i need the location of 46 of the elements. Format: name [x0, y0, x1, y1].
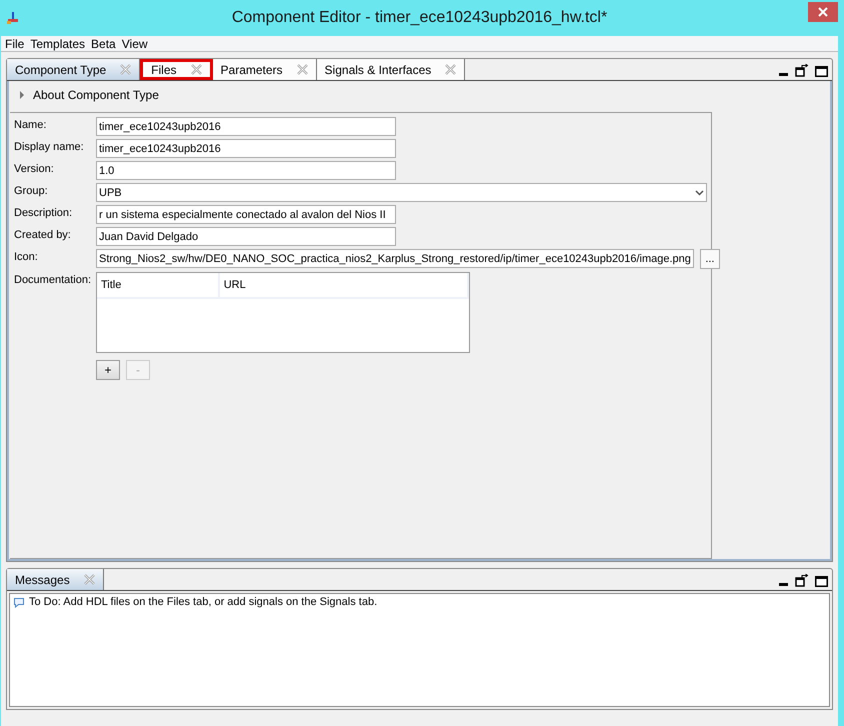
- input-field[interactable]: timer_ece10243upb2016: [96, 139, 396, 158]
- field-label: Group:: [14, 184, 49, 197]
- maximize-icon[interactable]: [815, 66, 828, 77]
- tab[interactable]: Parameters: [212, 59, 317, 80]
- message-text: To Do: Add HDL files on the Files tab, or add signals on the Signals tab.: [29, 596, 378, 608]
- field-label: Display name:: [14, 140, 85, 153]
- input-field[interactable]: r un sistema especialmente conectado al avalon del Nios II: [96, 205, 396, 224]
- app-icon: [7, 12, 19, 24]
- field-label: Created by:: [14, 228, 72, 241]
- close-icon[interactable]: [190, 64, 202, 75]
- maximize-icon[interactable]: [815, 576, 828, 587]
- close-icon: [818, 7, 828, 17]
- field-label: Icon:: [14, 250, 39, 263]
- add-button[interactable]: +: [96, 360, 120, 380]
- expand-arrow-icon[interactable]: [19, 91, 25, 99]
- section-title[interactable]: About Component Type: [33, 88, 159, 102]
- field-label: Name:: [14, 118, 48, 131]
- field-label: Description:: [14, 206, 74, 219]
- input-field[interactable]: 1.0: [96, 161, 396, 180]
- close-icon[interactable]: [296, 64, 308, 75]
- group-dropdown[interactable]: UPB: [96, 183, 707, 202]
- close-button[interactable]: [808, 2, 838, 22]
- speech-bubble-icon: [13, 596, 25, 608]
- detach-icon[interactable]: [795, 64, 809, 77]
- close-icon[interactable]: [84, 574, 95, 585]
- chevron-down-icon: [695, 190, 704, 196]
- detach-icon[interactable]: [795, 574, 809, 587]
- menu-item[interactable]: View: [122, 36, 148, 50]
- menu-item[interactable]: Templates: [30, 36, 86, 50]
- field-label: Documentation:: [14, 273, 92, 286]
- menu-item[interactable]: Beta: [91, 36, 116, 50]
- browse-button[interactable]: ...: [700, 249, 720, 269]
- input-field[interactable]: Strong_Nios2_sw/hw/DE0_NANO_SOC_practica_nios2_Karplus_Strong_restored/ip/timer_ece10243upb2016/image.png: [96, 249, 694, 268]
- close-icon[interactable]: [445, 64, 456, 75]
- tab[interactable]: Component Type: [7, 59, 140, 80]
- menu-item[interactable]: File: [5, 36, 24, 50]
- tab[interactable]: Files: [140, 59, 213, 80]
- column-header[interactable]: Title: [97, 273, 220, 297]
- tab[interactable]: Messages: [7, 569, 104, 590]
- column-header[interactable]: URL: [220, 273, 469, 297]
- tab[interactable]: Signals & Interfaces: [316, 59, 466, 80]
- input-field[interactable]: timer_ece10243upb2016: [96, 117, 396, 136]
- field-label: Version:: [14, 162, 55, 175]
- input-field[interactable]: Juan David Delgado: [96, 227, 396, 246]
- window-title: Component Editor - timer_ece10243upb2016_hw.tcl*: [230, 9, 608, 27]
- close-icon[interactable]: [120, 64, 132, 75]
